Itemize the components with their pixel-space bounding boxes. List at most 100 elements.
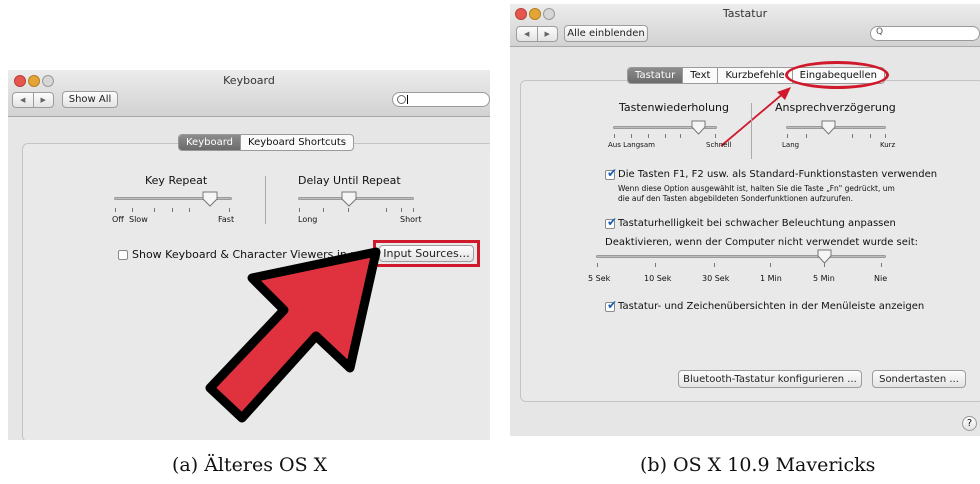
tab-text[interactable]: Text — [682, 68, 717, 83]
tab-kurzbefehle[interactable]: Kurzbefehle — [717, 68, 791, 83]
slider-tick — [401, 208, 402, 212]
slider-tick — [154, 208, 155, 212]
back-icon[interactable]: ◀ — [13, 93, 33, 107]
help-button[interactable]: ? — [962, 416, 977, 431]
slider-tick — [348, 208, 349, 212]
search-icon: Q — [876, 27, 884, 37]
brightness-checkbox[interactable]: ✔ — [605, 215, 618, 229]
slider-tick — [115, 208, 116, 212]
slider-tick — [824, 263, 825, 267]
fn-keys-checkbox[interactable]: ✔ — [605, 166, 618, 180]
slider-tick — [715, 134, 716, 138]
delay-long-label: Long — [298, 215, 318, 224]
show-all-button[interactable]: Alle einblenden — [564, 25, 648, 42]
back-forward-buttons[interactable]: ◀ ▶ — [516, 26, 558, 42]
search-field[interactable] — [392, 92, 490, 107]
slider-tick — [852, 134, 853, 138]
delay-slider[interactable] — [786, 126, 886, 129]
slider-tick — [189, 208, 190, 212]
delay-short-label: Short — [400, 215, 422, 224]
slider-tick — [386, 208, 387, 212]
deactivate-label: Deaktivieren, wenn der Computer nicht ve… — [605, 237, 918, 248]
forward-icon[interactable]: ▶ — [536, 27, 558, 41]
slider-tick — [614, 134, 615, 138]
key-repeat-right-label: Schnell — [706, 141, 732, 149]
slider-tick — [806, 134, 807, 138]
left-window: Keyboard ◀ ▶ Show All Keyboard Keyboard S… — [8, 70, 490, 440]
delay-thumb[interactable] — [341, 191, 357, 207]
show-viewers-checkbox[interactable] — [118, 250, 128, 260]
brightness-label: Tastaturhelligkeit bei schwacher Beleuch… — [618, 218, 896, 229]
fn-keys-label: Die Tasten F1, F2 usw. als Standard-Funk… — [618, 169, 938, 180]
window-title: Keyboard — [223, 74, 275, 87]
slider-tick — [655, 263, 656, 267]
right-window: Tastatur ◀ ▶ Alle einblenden Q Tastatur T… — [510, 4, 980, 436]
search-icon — [397, 95, 406, 104]
checkmark-icon: ✔ — [607, 166, 618, 180]
tick-label-nie: Nie — [874, 274, 888, 283]
slider-tick — [132, 208, 133, 212]
fn-keys-description-1: Wenn diese Option ausgewählt ist, halten… — [618, 184, 895, 193]
key-repeat-fast-label: Fast — [218, 215, 235, 224]
key-repeat-left-label: Aus Langsam — [608, 141, 655, 149]
back-icon[interactable]: ◀ — [517, 27, 537, 41]
slider-tick — [229, 208, 230, 212]
key-repeat-off-label: Off — [112, 215, 124, 224]
bluetooth-keyboard-button[interactable]: Bluetooth-Tastatur konfigurieren ... — [678, 370, 862, 388]
left-tab-bar: Keyboard Keyboard Shortcuts — [178, 134, 355, 151]
tick-label-5-sek: 5 Sek — [588, 274, 611, 283]
key-repeat-thumb[interactable] — [691, 120, 706, 135]
slider-tick — [787, 134, 788, 138]
right-titlebar: Tastatur ◀ ▶ Alle einblenden Q — [510, 4, 980, 47]
key-repeat-slow-label: Slow — [129, 215, 148, 224]
slider-divider — [751, 103, 752, 159]
checkmark-icon: ✔ — [607, 298, 618, 312]
eingabequellen-highlight-ellipse — [785, 61, 889, 89]
tick-label-1-min: 1 Min — [760, 274, 782, 283]
search-field[interactable]: Q — [870, 26, 980, 41]
special-keys-button[interactable]: Sondertasten ... — [872, 370, 966, 388]
red-arrow-icon — [205, 247, 381, 423]
tab-tastatur[interactable]: Tastatur — [628, 68, 683, 83]
tick-label-30-sek: 30 Sek — [702, 274, 730, 283]
help-icon: ? — [966, 418, 973, 429]
tick-label-10-sek: 10 Sek — [644, 274, 672, 283]
slider-tick — [299, 208, 300, 212]
slider-tick — [631, 134, 632, 138]
slider-tick — [714, 263, 715, 267]
left-titlebar: Keyboard ◀ ▶ Show All — [8, 70, 490, 117]
slider-tick — [870, 134, 871, 138]
delay-right-label: Kurz — [880, 141, 896, 149]
slider-tick — [413, 208, 414, 212]
caption-left: (a) Älteres OS X — [172, 454, 328, 476]
key-repeat-thumb[interactable] — [202, 191, 218, 207]
back-forward-buttons[interactable]: ◀ ▶ — [12, 92, 54, 108]
slider-tick — [597, 263, 598, 267]
slider-divider — [265, 176, 266, 224]
viewers-label: Tastatur- und Zeichenübersichten in der … — [618, 301, 925, 312]
slider-tick — [648, 134, 649, 138]
delay-title: Delay Until Repeat — [298, 174, 401, 187]
tab-keyboard-shortcuts[interactable]: Keyboard Shortcuts — [240, 135, 353, 150]
deactivate-slider[interactable] — [596, 255, 886, 258]
checkmark-icon: ✔ — [607, 215, 618, 229]
delay-thumb[interactable] — [821, 120, 836, 135]
slider-tick — [770, 263, 771, 267]
slider-tick — [885, 134, 886, 138]
window-title: Tastatur — [722, 7, 768, 20]
key-repeat-title: Tastenwiederholung — [619, 101, 730, 114]
viewers-checkbox[interactable]: ✔ — [605, 298, 618, 312]
slider-tick — [172, 208, 173, 212]
forward-icon[interactable]: ▶ — [32, 93, 54, 107]
delay-title: Ansprechverzögerung — [775, 101, 896, 114]
slider-tick — [680, 134, 681, 138]
tab-keyboard[interactable]: Keyboard — [179, 135, 241, 150]
key-repeat-title: Key Repeat — [145, 174, 208, 187]
caption-right: (b) OS X 10.9 Mavericks — [640, 454, 876, 476]
deactivate-thumb[interactable] — [817, 249, 832, 264]
fn-keys-description-2: die auf den Tasten abgebildeten Sonderfu… — [618, 194, 854, 203]
tick-label-5-min: 5 Min — [813, 274, 835, 283]
slider-tick — [323, 208, 324, 212]
slider-tick — [665, 134, 666, 138]
show-all-button[interactable]: Show All — [62, 91, 118, 108]
